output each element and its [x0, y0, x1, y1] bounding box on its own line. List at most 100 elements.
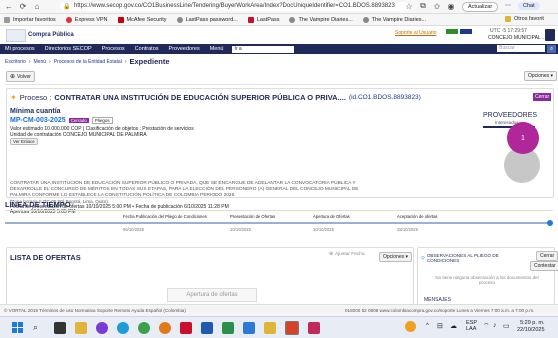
- nav-item-my-processes[interactable]: Mi procesos: [0, 44, 40, 54]
- breadcrumb-item[interactable]: Escritorio: [5, 59, 26, 65]
- flag-icon: [446, 29, 458, 34]
- favorite-item[interactable]: The Vampire Diaries...: [289, 16, 353, 23]
- folder-icon[interactable]: [264, 321, 276, 334]
- search-icon[interactable]: ⌕: [33, 322, 45, 334]
- breadcrumb-item[interactable]: Procesos de la Entidad Estatal: [54, 59, 122, 65]
- favorites-bar: Importar favoritos Express VPN McAfee Se…: [0, 14, 558, 26]
- breadcrumb-separator: ›: [124, 58, 127, 65]
- utc-clock: UTC -5 17:29:57: [490, 28, 527, 34]
- ajustar-fecha-button[interactable]: ⊕ Ajustar Fecha: [329, 252, 365, 257]
- close-button[interactable]: Cerrar: [536, 251, 558, 261]
- profile-icon[interactable]: ◉: [446, 1, 456, 11]
- task-view-icon[interactable]: [54, 321, 66, 334]
- providers-count-badge: 1: [507, 122, 539, 154]
- battery-icon[interactable]: ▭: [503, 322, 510, 330]
- government-logo: [6, 29, 26, 42]
- search-input[interactable]: Buscar: [497, 45, 545, 52]
- nav-item-providers[interactable]: Proveedores: [164, 44, 205, 54]
- tray-icon[interactable]: ⊟: [437, 322, 443, 330]
- notifications-icon[interactable]: [460, 29, 472, 34]
- favorites-icon[interactable]: ✩: [432, 1, 442, 11]
- timeline-date: 06/10/2025: [123, 227, 144, 232]
- volume-icon[interactable]: ♪: [493, 322, 497, 329]
- user-avatar[interactable]: [545, 29, 555, 41]
- nav-item-menu[interactable]: Menú: [205, 44, 229, 54]
- closed-tag: Cerrado: [68, 118, 89, 123]
- update-button[interactable]: Actualizar: [462, 2, 499, 12]
- edge-icon[interactable]: [117, 321, 129, 334]
- search-icon[interactable]: ⌕: [547, 45, 556, 53]
- lastpass-icon: [247, 16, 254, 23]
- nav-item-directories[interactable]: Directorios SECOP: [40, 44, 97, 54]
- globe-icon: [176, 16, 183, 23]
- app-icon[interactable]: [96, 321, 108, 334]
- favorite-item[interactable]: Express VPN: [65, 16, 108, 23]
- chrome-icon[interactable]: [138, 321, 150, 334]
- favorite-item[interactable]: The Vampire Diaries...: [362, 16, 426, 23]
- back-arrow-icon[interactable]: ←: [4, 1, 14, 11]
- wifi-icon[interactable]: ⌔: [483, 322, 490, 331]
- support-link[interactable]: Soporte al Usuario: [395, 30, 436, 36]
- address-bar[interactable]: https://www.secop.gov.co/CO1BusinessLine…: [60, 2, 409, 11]
- process-title-row: ✦ Proceso : CONTRATAR UNA INSTITUCIÓN DE…: [10, 93, 421, 102]
- favorite-item[interactable]: LastPass: [247, 16, 279, 23]
- contestar-button[interactable]: Contestar: [530, 261, 558, 271]
- favorite-label: LastPass password...: [185, 16, 238, 23]
- star-icon[interactable]: ✦: [10, 93, 17, 102]
- other-favorites-label: Otros favorit: [514, 16, 544, 22]
- options-button[interactable]: Opciones ▾: [524, 71, 558, 81]
- globe-icon: [289, 16, 296, 23]
- app-icon[interactable]: [159, 321, 171, 334]
- goto-input[interactable]: Ir a: [232, 45, 295, 53]
- vpn-icon: [65, 16, 72, 23]
- favorite-item[interactable]: Importar favoritos: [4, 16, 56, 23]
- user-menu[interactable]: CONCEJO MUNICIPAL ...: [488, 35, 546, 41]
- timeline-bar: [5, 222, 551, 224]
- word-icon[interactable]: [201, 321, 213, 334]
- windows-start-icon[interactable]: [12, 321, 24, 334]
- ajustar-label: Ajustar Fecha: [335, 252, 365, 257]
- nav-item-processes[interactable]: Procesos: [97, 44, 130, 54]
- more-icon[interactable]: ⋯: [505, 2, 511, 9]
- offers-title: LISTA DE OFERTAS: [10, 253, 81, 262]
- language-indicator[interactable]: ESP LAA: [466, 320, 477, 332]
- breadcrumb: Escritorio › Menú › Procesos de la Entidad…: [5, 57, 170, 66]
- star-icon[interactable]: ☆: [404, 1, 414, 11]
- observations-title: OBSERVACIONES AL PLIEGO DE CONDICIONES: [426, 253, 499, 263]
- other-favorites[interactable]: Otros favorit: [505, 16, 544, 22]
- process-type: Mínima cuantía: [10, 108, 61, 115]
- chevron-up-icon[interactable]: ^: [426, 323, 429, 329]
- apertura-ofertas-button[interactable]: Apertura de ofertas: [167, 288, 257, 302]
- office-icon[interactable]: [285, 320, 299, 335]
- extensions-icon[interactable]: ⧉: [418, 1, 428, 11]
- clock[interactable]: 5:29 p. m. 22/10/2025: [517, 320, 545, 333]
- favorite-item[interactable]: McAfee Security: [117, 16, 167, 23]
- app-icon[interactable]: [308, 321, 320, 334]
- favorite-item[interactable]: LastPass password...: [176, 16, 238, 23]
- cloud-icon[interactable]: ☁: [450, 322, 457, 330]
- offers-options-button[interactable]: Opciones ▾: [379, 252, 413, 262]
- breadcrumb-item[interactable]: Menú: [34, 59, 47, 65]
- weather-icon[interactable]: [405, 321, 416, 332]
- footer-links[interactable]: © VORTAL 2019 Términos de uso Normativa …: [4, 308, 186, 313]
- nav-item-contracts[interactable]: Contratos: [130, 44, 164, 54]
- main-nav: Mi procesos Directorios SECOP Procesos C…: [0, 44, 558, 54]
- back-button[interactable]: ⊕ Volver: [6, 71, 35, 82]
- date-label: 22/10/2025: [517, 326, 545, 333]
- mcafee-icon[interactable]: [180, 321, 192, 334]
- reload-icon[interactable]: ⟳: [18, 1, 28, 11]
- excel-icon[interactable]: [222, 321, 234, 334]
- chat-button[interactable]: Chat: [518, 2, 540, 10]
- timeline-date: 28/10/2025: [397, 227, 418, 232]
- options-label: Opciones: [383, 254, 405, 260]
- file-explorer-icon[interactable]: [75, 321, 87, 334]
- home-icon[interactable]: ⌂: [32, 1, 42, 11]
- timeline-marker: [547, 220, 553, 226]
- brand-text: Compra Pública: [28, 32, 74, 38]
- globe-icon: [362, 16, 369, 23]
- breadcrumb-separator: ›: [28, 58, 31, 65]
- folder-icon: [505, 16, 511, 22]
- see-more-button[interactable]: Ver Enlace: [10, 138, 38, 145]
- process-description: CONTRATAR UNA INSTITUCIÓN DE EDUCACIÓN S…: [10, 181, 359, 198]
- outlook-icon[interactable]: [243, 321, 255, 334]
